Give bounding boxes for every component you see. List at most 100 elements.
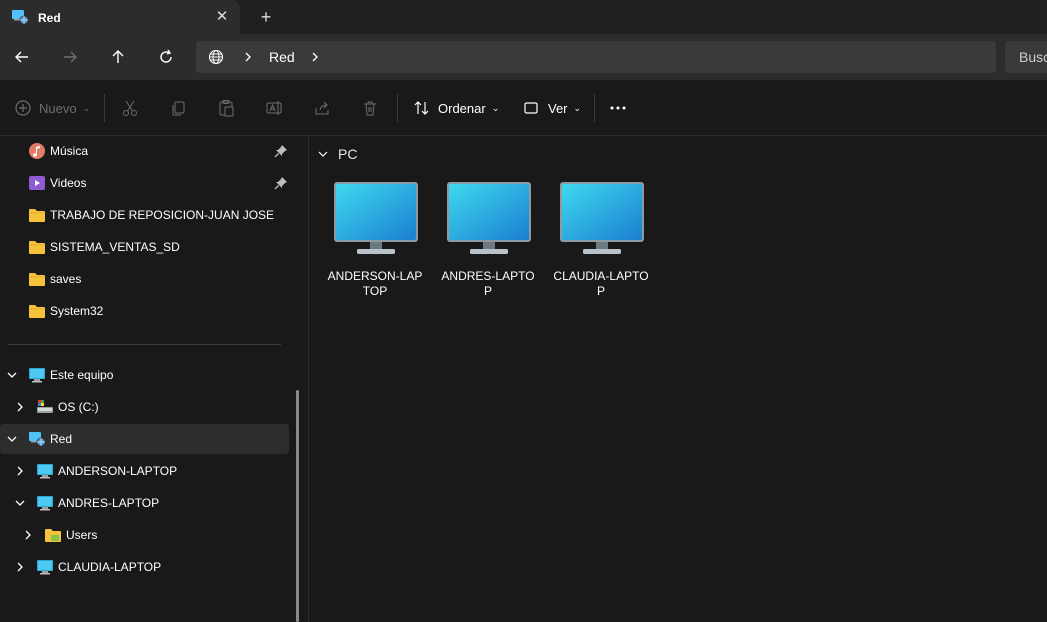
chevron-right-icon[interactable] <box>14 465 26 477</box>
chevron-down-icon: ⌄ <box>573 102 582 113</box>
chevron-right-icon[interactable] <box>14 561 26 573</box>
monitor-icon <box>334 182 418 254</box>
title-bar: Red ✕ + <box>0 0 1047 34</box>
forward-arrow-icon[interactable] <box>58 45 82 69</box>
refresh-icon[interactable] <box>154 45 178 69</box>
sidebar-item-label: Este equipo <box>50 368 114 382</box>
sidebar-item-label: ANDRES-LAPTOP <box>58 496 160 510</box>
sidebar-item-este-equipo[interactable]: Este equipo <box>0 360 289 390</box>
back-arrow-icon[interactable] <box>10 45 34 69</box>
sidebar-item-videos[interactable]: Videos <box>0 168 289 198</box>
item-label: ANDRES-LAPTOP <box>441 269 535 298</box>
chevron-down-icon[interactable] <box>317 148 329 160</box>
chevron-down-icon[interactable] <box>14 497 26 509</box>
sidebar-item-andres-laptop[interactable]: ANDRES-LAPTOP <box>0 488 289 518</box>
search-input[interactable]: Busc <box>1005 41 1047 73</box>
content-pane: PC ANDERSON-LAPTOP ANDRES-LAPTOP CLAUDIA… <box>309 136 1047 622</box>
sidebar-item-musica[interactable]: Música <box>0 136 289 166</box>
computer-icon <box>37 464 53 479</box>
sidebar-item-sistema-ventas[interactable]: SISTEMA_VENTAS_SD <box>0 232 289 262</box>
sidebar-item-label: Red <box>50 432 73 446</box>
monitor-icon <box>560 182 644 254</box>
sidebar-item-claudia-laptop[interactable]: CLAUDIA-LAPTOP <box>0 552 289 582</box>
view-label: Ver <box>548 100 568 116</box>
sidebar-item-label: Users <box>66 528 98 542</box>
sidebar-item-label: saves <box>50 272 82 286</box>
navigation-pane: Música Videos TRABAJO DE REPOSICION-JUAN… <box>0 136 299 622</box>
share-icon[interactable] <box>313 97 331 119</box>
sidebar-item-label: SISTEMA_VENTAS_SD <box>50 240 180 254</box>
chevron-down-icon: ⌄ <box>491 102 500 113</box>
breadcrumb-red[interactable]: Red <box>269 49 295 65</box>
folder-icon <box>29 305 45 318</box>
folder-icon <box>29 241 45 254</box>
sidebar-item-os-c[interactable]: OS (C:) <box>0 392 289 422</box>
chevron-down-icon: ⌄ <box>82 102 91 113</box>
drive-icon <box>37 400 53 413</box>
group-label: PC <box>338 146 358 162</box>
item-label: CLAUDIA-LAPTOP <box>553 269 649 298</box>
chevron-right-icon[interactable] <box>22 529 34 541</box>
view-icon <box>524 102 538 114</box>
network-computer-item[interactable]: ANDRES-LAPTOP <box>440 182 536 302</box>
paste-icon[interactable] <box>217 97 235 119</box>
sidebar-item-label: OS (C:) <box>58 400 99 414</box>
cut-icon[interactable] <box>121 97 139 119</box>
monitor-icon <box>447 182 531 254</box>
sidebar-scrollbar[interactable] <box>296 390 299 622</box>
close-icon[interactable]: ✕ <box>212 7 232 27</box>
group-header-pc[interactable]: PC <box>317 146 357 162</box>
sidebar-item-system32[interactable]: System32 <box>0 296 289 326</box>
sidebar-item-label: CLAUDIA-LAPTOP <box>58 560 162 574</box>
computer-icon <box>29 368 45 383</box>
music-icon <box>29 143 45 159</box>
chevron-down-icon[interactable] <box>6 369 18 381</box>
delete-icon[interactable] <box>361 97 379 119</box>
item-label: ANDERSON-LAPTOP <box>327 269 423 298</box>
plus-circle-icon <box>15 100 31 116</box>
ellipsis-icon[interactable] <box>609 97 627 119</box>
up-arrow-icon[interactable] <box>106 45 130 69</box>
copy-icon[interactable] <box>169 97 187 119</box>
chevron-right-icon[interactable] <box>242 49 254 65</box>
command-bar: Nuevo ⌄ Ordenar ⌄ Ver ⌄ <box>0 80 1047 136</box>
globe-icon <box>208 49 224 65</box>
sidebar-item-red[interactable]: Red <box>0 424 289 454</box>
computer-icon <box>37 496 53 511</box>
new-button[interactable]: Nuevo ⌄ <box>14 97 90 119</box>
divider <box>594 94 595 122</box>
network-computer-item[interactable]: CLAUDIA-LAPTOP <box>553 182 649 302</box>
folder-icon <box>29 209 45 222</box>
pin-icon[interactable] <box>274 144 288 158</box>
divider <box>397 94 398 122</box>
sort-label: Ordenar <box>438 100 486 116</box>
sort-button[interactable]: Ordenar ⌄ <box>413 97 499 119</box>
sidebar-item-label: TRABAJO DE REPOSICION-JUAN JOSE <box>50 208 275 222</box>
chevron-right-icon[interactable] <box>14 401 26 413</box>
rename-icon[interactable] <box>265 97 283 119</box>
address-bar[interactable]: Red <box>196 41 996 73</box>
new-label: Nuevo <box>39 100 77 116</box>
sidebar-item-trabajo[interactable]: TRABAJO DE REPOSICION-JUAN JOSE <box>0 200 289 230</box>
folder-icon <box>45 529 61 542</box>
sidebar-item-label: ANDERSON-LAPTOP <box>58 464 178 478</box>
pin-icon[interactable] <box>274 176 288 190</box>
plus-icon[interactable]: + <box>256 7 276 27</box>
network-computer-item[interactable]: ANDERSON-LAPTOP <box>327 182 423 302</box>
sidebar-item-users[interactable]: Users <box>0 520 289 550</box>
sort-icon <box>414 101 429 115</box>
view-button[interactable]: Ver ⌄ <box>522 97 581 119</box>
tab-title: Red <box>38 11 61 25</box>
network-icon <box>29 432 46 447</box>
sidebar-item-label: Videos <box>50 176 87 190</box>
video-icon <box>29 176 45 190</box>
sidebar-item-label: Música <box>50 144 89 158</box>
sidebar-item-anderson-laptop[interactable]: ANDERSON-LAPTOP <box>0 456 289 486</box>
folder-icon <box>29 273 45 286</box>
chevron-right-icon[interactable] <box>309 49 321 65</box>
search-placeholder: Busc <box>1019 49 1047 65</box>
navigation-bar: Red Busc <box>0 34 1047 80</box>
sidebar-item-saves[interactable]: saves <box>0 264 289 294</box>
chevron-down-icon[interactable] <box>6 433 18 445</box>
tab-red[interactable]: Red ✕ <box>0 0 240 34</box>
